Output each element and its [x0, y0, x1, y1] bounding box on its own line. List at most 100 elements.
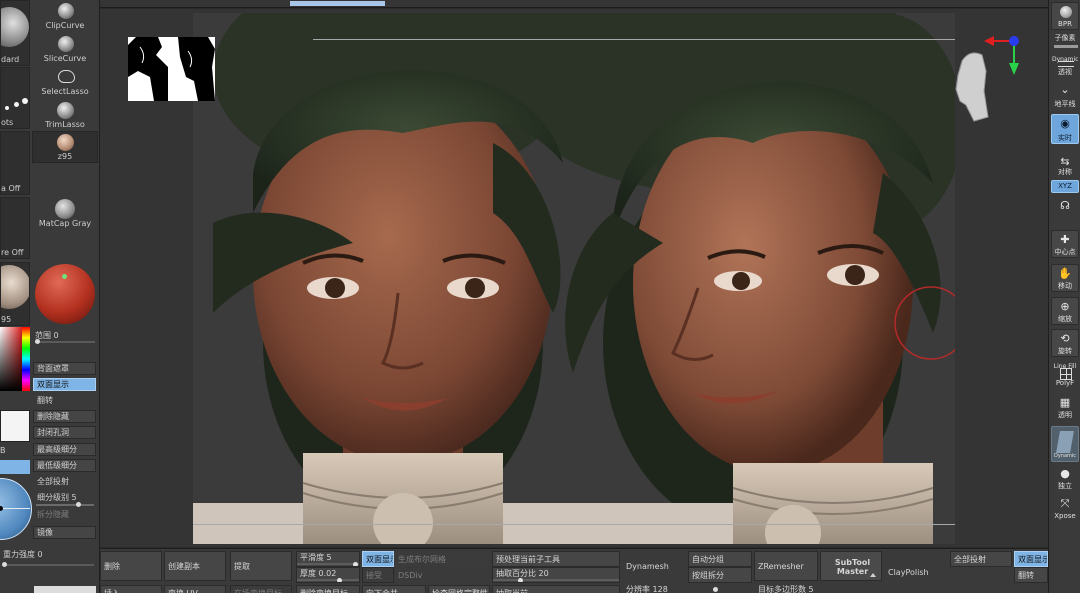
subdiv-level-track[interactable]	[36, 504, 94, 506]
xyz-toggle[interactable]: XYZ	[1051, 180, 1079, 193]
delete-morph-button[interactable]: 删除变换目标	[296, 585, 360, 593]
gravity-slider[interactable]	[2, 564, 94, 566]
extract-button[interactable]: 提取	[230, 551, 292, 581]
decimation-percent-slider[interactable]: 抽取百分比 20	[492, 567, 620, 583]
material-matcap-gray[interactable]: MatCap Gray	[32, 196, 98, 230]
bottom-swatch[interactable]	[34, 586, 96, 593]
stroke-dots[interactable]: ots	[0, 67, 30, 129]
range-slider-handle[interactable]	[35, 339, 40, 344]
project-all-button[interactable]: 全部投射	[33, 475, 96, 488]
flip-button[interactable]: 翻转	[33, 394, 96, 407]
gravity-slider-handle[interactable]	[2, 562, 7, 567]
rotate-y-toggle[interactable]: ☊	[1051, 196, 1079, 224]
accept-button[interactable]: 接受	[362, 567, 394, 583]
store-morph-button[interactable]: 在场变换目标	[230, 585, 292, 593]
zremesher-button[interactable]: ZRemesher	[754, 551, 818, 581]
duplicate-button[interactable]: 创建副本	[164, 551, 226, 581]
alpha-label: a Off	[1, 184, 21, 193]
frame-center-button[interactable]: ✚ 中心点	[1051, 230, 1079, 258]
color-sphere-icon[interactable]	[35, 264, 95, 324]
highest-subdiv-button[interactable]: 最高级细分	[33, 443, 96, 456]
decimation-percent-handle[interactable]	[518, 578, 523, 582]
brush-standard-label: dard	[1, 55, 20, 64]
transparency-toggle[interactable]: ▦ 透明	[1051, 393, 1079, 421]
close-holes-button[interactable]: 封闭孔洞	[33, 426, 96, 439]
check-mesh-button[interactable]: 检查网格完整性	[428, 585, 490, 593]
solo-toggle[interactable]: ● 独立	[1051, 464, 1079, 492]
alpha-slot[interactable]: a Off	[0, 131, 30, 195]
symmetry-toggle[interactable]: ⇆ 对称	[1051, 152, 1079, 178]
delete-hidden-button[interactable]: 删除隐藏	[33, 410, 96, 423]
top-scroll-handle[interactable]	[290, 1, 385, 6]
decimation-percent-track	[493, 579, 619, 581]
secondary-color-swatch[interactable]	[0, 460, 30, 474]
insert-button[interactable]: 插入	[100, 585, 162, 593]
merge-down-button[interactable]: 向下合并	[362, 585, 426, 593]
head-gizmo-icon	[955, 52, 989, 122]
brush-clipcurve[interactable]: ClipCurve	[32, 0, 98, 32]
extract-double-toggle[interactable]: 双面显示	[362, 551, 394, 567]
top-scroll-strip[interactable]	[100, 0, 1048, 8]
decimate-current-button[interactable]: 抽取当前	[492, 585, 620, 593]
subdiv-level-handle[interactable]	[76, 502, 81, 507]
lasso-icon	[58, 70, 75, 83]
transparency-label: 透明	[1058, 411, 1072, 419]
ghost-dynamic-toggle[interactable]: Dynamic	[1051, 426, 1079, 462]
move-view-button[interactable]: ✋ 移动	[1051, 264, 1079, 292]
polyframe-toggle[interactable]: Line Fill PolyF	[1051, 359, 1079, 389]
rotate-view-button[interactable]: ⟲ 旋转	[1051, 329, 1079, 357]
double-sided-bottom-toggle[interactable]: 双面显示	[1014, 551, 1048, 567]
dynamesh-resolution-slider[interactable]: 分辨率 128	[622, 583, 686, 593]
lowest-subdiv-button[interactable]: 最低级细分	[33, 459, 96, 472]
dynamesh-button[interactable]: Dynamesh	[622, 551, 686, 581]
range-slider[interactable]	[35, 341, 95, 343]
bpr-button[interactable]: BPR	[1051, 2, 1079, 30]
silhouette-thumbnail[interactable]	[128, 37, 215, 101]
color-gradient-shade	[0, 327, 22, 391]
mirror-button[interactable]: 镜像	[33, 526, 96, 539]
z95-sphere-icon	[57, 134, 74, 151]
perspective-toggle[interactable]: Dynamic 透视	[1051, 52, 1079, 78]
delete-subtool-button[interactable]: 删除	[100, 551, 162, 581]
dsdiv-button[interactable]: DSDiv	[394, 567, 426, 583]
thickness-handle[interactable]	[337, 578, 342, 582]
zoom-view-button[interactable]: ⊕ 缩放	[1051, 297, 1079, 325]
split-groups-button[interactable]: 按组拆分	[688, 567, 752, 583]
make-boolean-mesh-button[interactable]: 生成布尔网格	[394, 551, 490, 567]
xpose-button[interactable]: ⤧ Xpose	[1051, 494, 1079, 522]
viewport-render[interactable]	[193, 13, 955, 544]
navigation-cube[interactable]	[948, 31, 1028, 131]
preprocess-subtool-button[interactable]: 预处理当前子工具	[492, 551, 620, 567]
brush-slicecurve[interactable]: SliceCurve	[32, 33, 98, 65]
auto-groups-button[interactable]: 自动分组	[688, 551, 752, 567]
dynamesh-resolution-handle[interactable]	[713, 587, 718, 592]
brush-standard[interactable]: dard	[0, 0, 30, 66]
smooth-slider[interactable]: 平滑度 5	[296, 551, 360, 567]
canvas-area[interactable]	[100, 9, 1048, 547]
target-polycount-slider[interactable]: 目标多边形数 5	[754, 583, 882, 593]
live-boolean-icon: ◉	[1060, 117, 1070, 130]
claypolish-button[interactable]: ClayPolish	[884, 551, 948, 593]
brush-selectlasso[interactable]: SelectLasso	[32, 66, 98, 98]
back-mask-toggle[interactable]: 背面遮罩	[33, 362, 96, 375]
frame-guide-bottom	[193, 524, 955, 525]
main-color-swatch[interactable]	[0, 410, 30, 442]
live-boolean-toggle[interactable]: ◉ 实时	[1051, 114, 1079, 144]
material-z95[interactable]: z95	[32, 131, 98, 163]
subpixel-toggle[interactable]: 子像素	[1051, 32, 1079, 52]
material-slot[interactable]: 95	[0, 262, 30, 326]
thickness-slider[interactable]: 厚度 0.02	[296, 567, 360, 583]
flip-bottom-button[interactable]: 翻转	[1014, 567, 1048, 583]
rotate-axis-icon: ☊	[1060, 199, 1070, 212]
target-polycount-label: 目标多边形数 5	[758, 585, 814, 593]
brush-trimlasso[interactable]: TrimLasso	[32, 99, 98, 131]
project-all-bottom-button[interactable]: 全部投射	[950, 551, 1012, 567]
texture-slot[interactable]: re Off	[0, 197, 30, 259]
double-sided-toggle[interactable]: 双面显示	[33, 378, 96, 391]
hue-strip[interactable]	[22, 327, 30, 391]
uv-button[interactable]: 变换 UV	[164, 585, 226, 593]
split-hidden-button[interactable]: 拆分隐藏	[33, 508, 96, 521]
subdiv-level-slider[interactable]: 细分级别 5	[33, 491, 96, 504]
tilt-gizmo-icon[interactable]	[0, 478, 32, 540]
floor-toggle[interactable]: ⌄ 地平线	[1051, 80, 1079, 110]
